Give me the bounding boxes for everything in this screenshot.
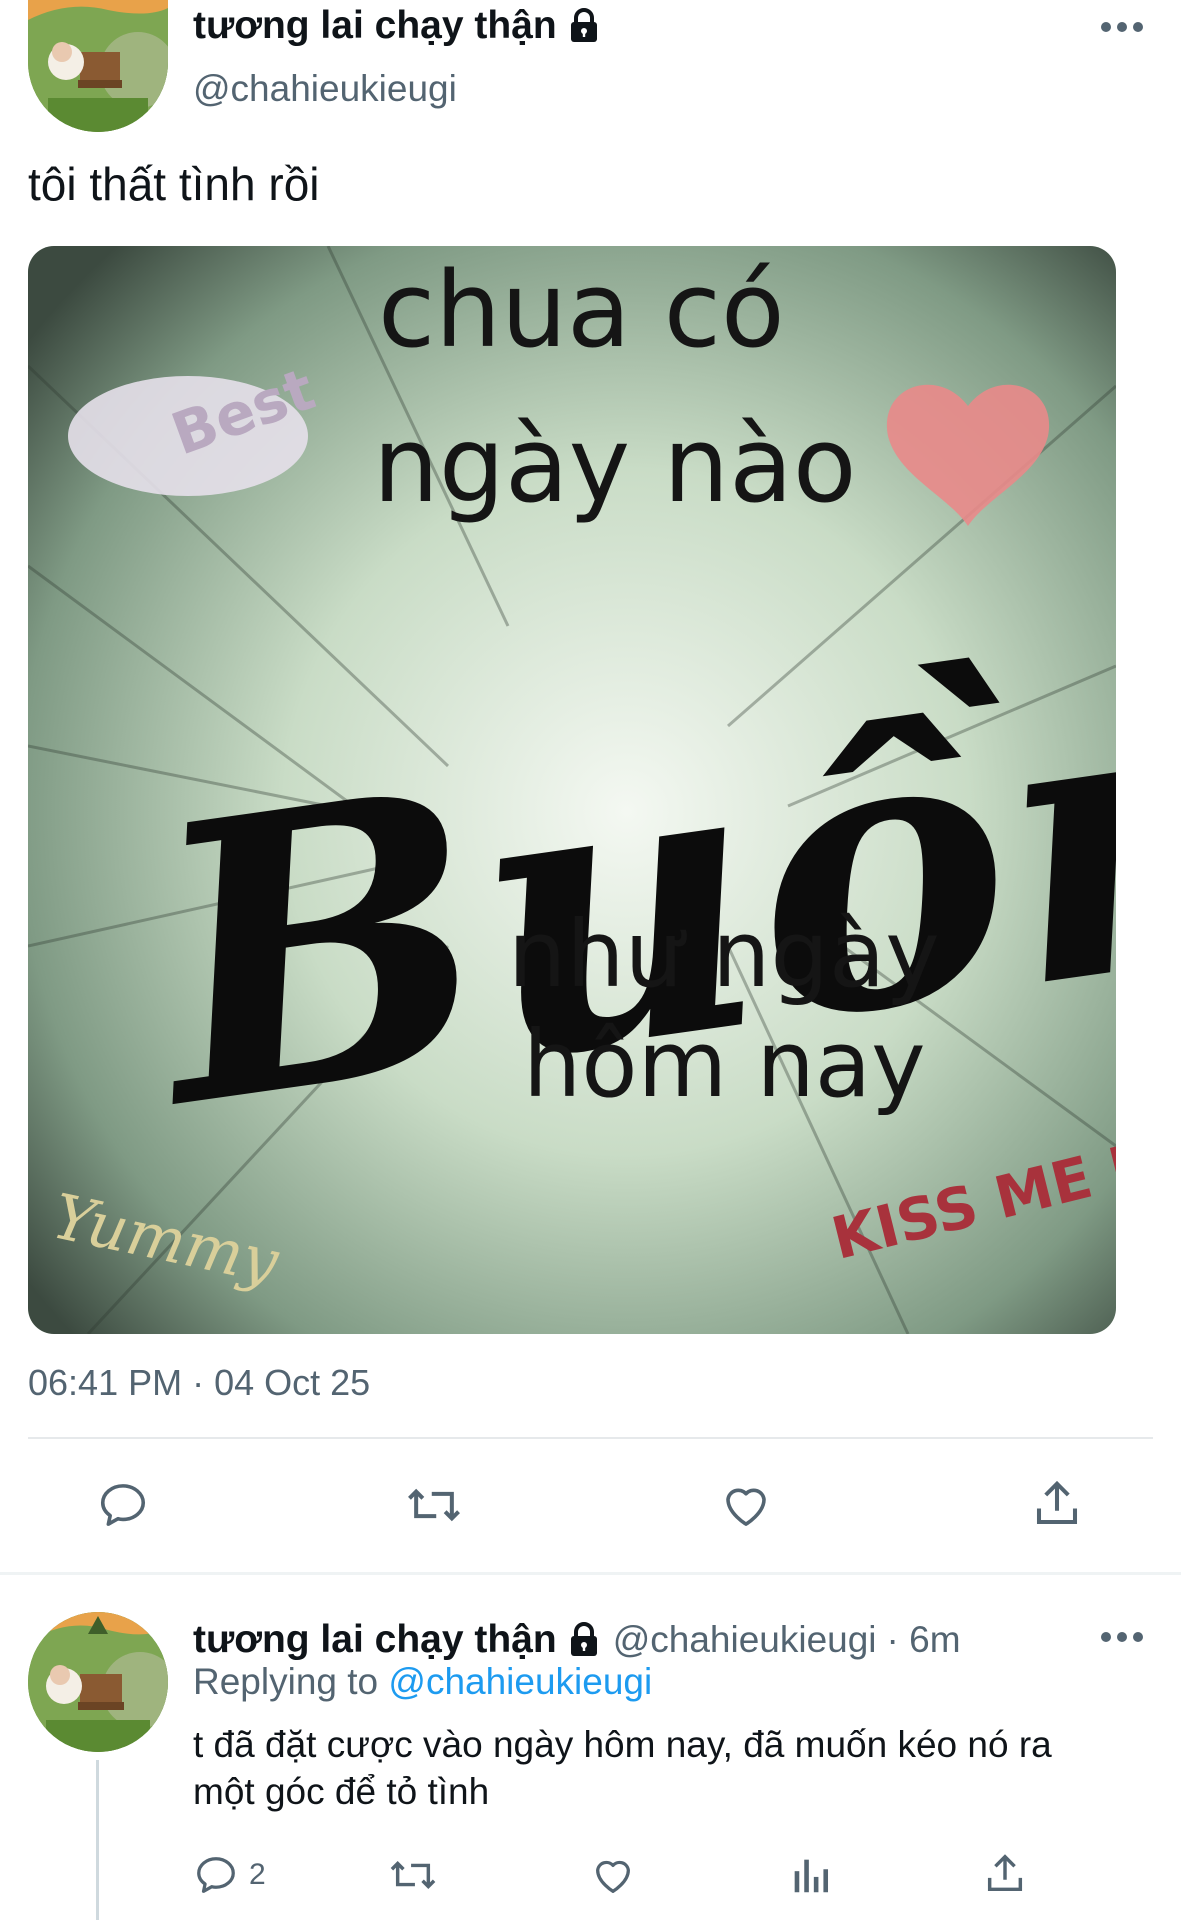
retweet-button[interactable] [388,1852,438,1898]
image-text-line: như ngày [508,901,940,1008]
relative-time[interactable]: · 6m [887,1619,961,1661]
like-icon [726,1488,766,1526]
share-icon [1036,1480,1078,1525]
retweet-icon [408,1488,460,1522]
share-button[interactable] [982,1850,1028,1898]
share-icon [987,1854,1023,1892]
image-text-line: ngày nào [373,404,857,526]
divider [28,1437,1153,1439]
display-name[interactable]: tương lai chạy thận [193,4,601,48]
more-options-button[interactable] [1100,20,1160,50]
avatar-illustration [28,1612,168,1752]
username-handle[interactable]: @chahieukieugi [193,68,457,110]
like-button[interactable] [718,1478,774,1532]
image-text-line: chua có [378,249,785,371]
reply-text: t đã đặt cược vào ngày hôm nay, đã muốn … [193,1721,1052,1815]
avatar[interactable] [28,1612,168,1752]
reply-text-line: t đã đặt cược vào ngày hôm nay, đã muốn … [193,1724,1052,1765]
lock-icon [567,1622,601,1658]
reply-button[interactable] [96,1478,150,1532]
reply-button[interactable]: 2 [193,1852,266,1898]
replying-to-link[interactable]: @chahieukieugi [388,1661,652,1702]
retweet-icon [390,1861,436,1889]
analytics-button[interactable] [790,1852,830,1898]
thread-line [96,1760,99,1920]
section-divider [0,1572,1181,1575]
reply-count: 2 [249,1858,266,1891]
more-icon [1101,1632,1143,1642]
share-button[interactable] [1030,1476,1084,1532]
tweet-text: tôi thất tình rồi [28,158,320,210]
more-icon [1101,22,1143,32]
tweet-timestamp[interactable]: 06:41 PM · 04 Oct 25 [28,1362,370,1404]
reply-text-line: một góc để tỏ tình [193,1771,490,1812]
replying-to-label: Replying to [193,1661,379,1702]
replying-to: Replying to @chahieukieugi [193,1661,652,1703]
like-icon [596,1860,630,1893]
reply-icon [197,1857,235,1893]
lock-icon [567,8,601,44]
avatar[interactable] [28,0,168,132]
display-name-text[interactable]: tương lai chạy thận [193,4,557,48]
username-handle[interactable]: @chahieukieugi [613,1619,877,1661]
more-options-button[interactable] [1100,1630,1160,1660]
image-text-line: hôm nay [523,1011,926,1118]
like-button[interactable] [590,1852,636,1898]
tweet-image[interactable]: Best chua có ngày nào Buồn như ngày hôm … [28,246,1116,1334]
display-name[interactable]: tương lai chạy thận [193,1618,557,1662]
retweet-button[interactable] [405,1478,463,1532]
reply-header: tương lai chạy thận @chahieukieugi · 6m [193,1618,961,1662]
meme-image: Best chua có ngày nào Buồn như ngày hôm … [28,246,1116,1334]
reply-icon [100,1484,146,1526]
avatar-illustration [28,0,168,132]
analytics-icon [794,1859,829,1893]
